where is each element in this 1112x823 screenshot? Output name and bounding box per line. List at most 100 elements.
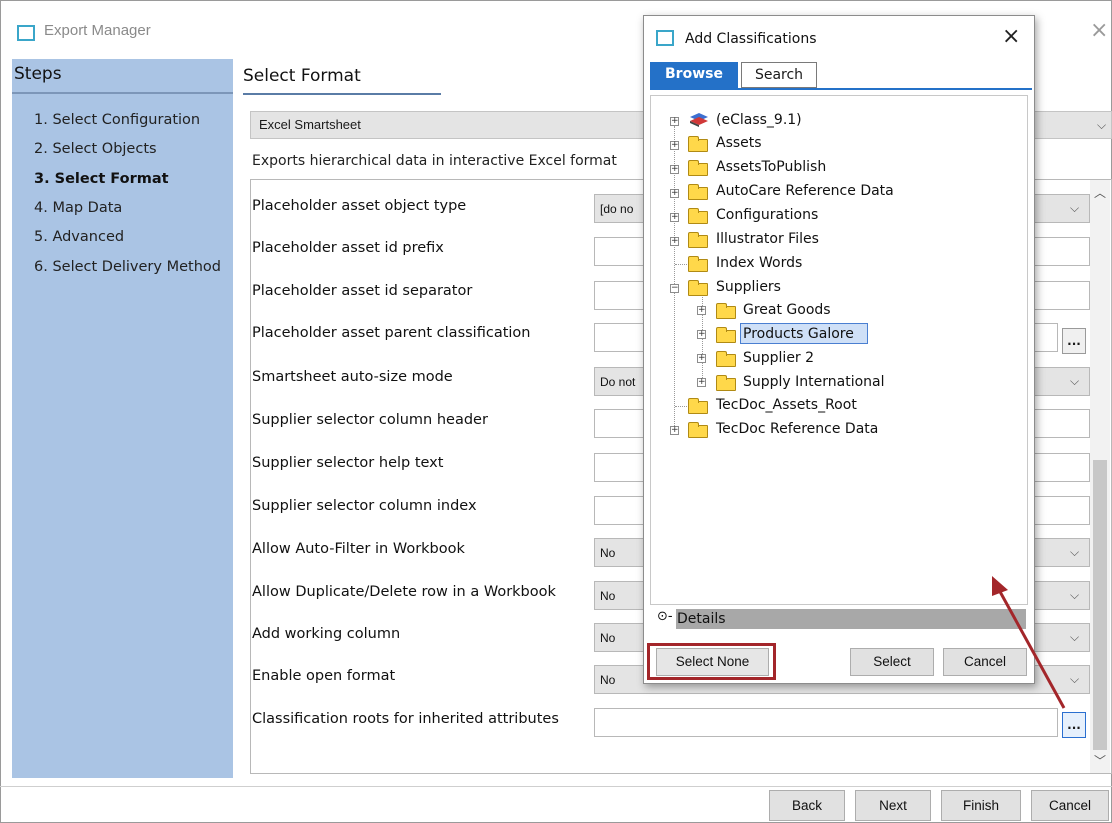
tab-underline: [650, 88, 1032, 90]
eclass-stack-icon: [690, 113, 708, 127]
tree-node-label[interactable]: Assets: [716, 135, 762, 151]
prop-label-placeholder-asset-parent-classification: Placeholder asset parent classification: [252, 325, 531, 341]
collapse-icon[interactable]: −: [670, 284, 679, 293]
dropdown-value: No: [600, 631, 616, 645]
tree-guide-line: [675, 406, 687, 407]
tree-node-label[interactable]: AutoCare Reference Data: [716, 183, 894, 199]
dropdown-value: [do no: [600, 202, 634, 216]
parent-classification-browse-button[interactable]: ...: [1062, 328, 1086, 354]
tree-node-label[interactable]: AssetsToPublish: [716, 159, 826, 175]
tree-node-label[interactable]: Suppliers: [716, 279, 781, 295]
tree-node-label[interactable]: TecDoc_Assets_Root: [716, 397, 857, 413]
folder-icon: [688, 256, 708, 272]
annotation-highlight-box: [647, 643, 776, 680]
expand-icon[interactable]: +: [670, 117, 679, 126]
expand-icon[interactable]: +: [697, 354, 706, 363]
prop-label-placeholder-asset-object-type: Placeholder asset object type: [252, 198, 467, 214]
dropdown-value: No: [600, 546, 616, 560]
step-advanced[interactable]: 5. Advanced: [34, 229, 124, 245]
chevron-down-icon: ⌵: [1070, 545, 1080, 559]
steps-title: Steps: [14, 64, 62, 84]
section-underline: [243, 93, 441, 95]
tree-node-label[interactable]: Index Words: [716, 255, 802, 271]
expand-icon[interactable]: +: [670, 189, 679, 198]
dialog-window-icon: [656, 30, 674, 46]
expand-icon[interactable]: +: [670, 237, 679, 246]
app-window-icon: [17, 25, 35, 41]
tree-node-label[interactable]: TecDoc Reference Data: [716, 421, 878, 437]
prop-label-smartsheet-auto-size-mode: Smartsheet auto-size mode: [252, 369, 453, 385]
folder-icon: [688, 208, 708, 224]
expand-icon[interactable]: +: [670, 141, 679, 150]
scroll-down-icon[interactable]: ﹀: [1094, 752, 1106, 769]
prop-label-enable-open-format: Enable open format: [252, 668, 396, 684]
prop-label-classification-roots: Classification roots for inherited attri…: [252, 711, 559, 727]
dropdown-value: No: [600, 673, 616, 687]
prop-label-placeholder-asset-id-separator: Placeholder asset id separator: [252, 283, 473, 299]
scrollbar-thumb[interactable]: [1093, 460, 1107, 750]
step-select-delivery-method[interactable]: 6. Select Delivery Method: [34, 259, 221, 275]
step-map-data[interactable]: 4. Map Data: [34, 200, 122, 216]
folder-icon: [716, 303, 736, 319]
tree-node-label[interactable]: Supply International: [743, 374, 885, 390]
select-button[interactable]: Select: [850, 648, 934, 676]
dialog-close-icon[interactable]: ×: [1002, 26, 1020, 48]
steps-divider: [12, 92, 233, 94]
window-title: Export Manager: [44, 22, 151, 39]
expand-icon[interactable]: +: [697, 378, 706, 387]
expand-icon[interactable]: +: [697, 306, 706, 315]
folder-icon: [688, 398, 708, 414]
details-toggle-icon[interactable]: ⊙-: [657, 609, 673, 624]
chevron-down-icon: ⌵: [1070, 374, 1080, 388]
format-description: Exports hierarchical data in interactive…: [252, 153, 617, 169]
prop-label-supplier-selector-column-index: Supplier selector column index: [252, 498, 477, 514]
finish-button[interactable]: Finish: [941, 790, 1021, 821]
folder-icon: [688, 184, 708, 200]
expand-icon[interactable]: +: [670, 213, 679, 222]
footer-divider: [0, 786, 1112, 787]
tree-node-label[interactable]: Configurations: [716, 207, 818, 223]
dropdown-value: Do not: [600, 375, 636, 389]
steps-sidebar: [12, 59, 233, 778]
tab-browse[interactable]: Browse: [650, 62, 738, 88]
prop-label-placeholder-asset-id-prefix: Placeholder asset id prefix: [252, 240, 444, 256]
tree-node-label[interactable]: Illustrator Files: [716, 231, 819, 247]
tree-node-label[interactable]: Great Goods: [743, 302, 831, 318]
tree-node-label[interactable]: (eClass_9.1): [716, 112, 802, 128]
format-select-value: Excel Smartsheet: [259, 117, 361, 132]
next-button[interactable]: Next: [855, 790, 931, 821]
dropdown-value: No: [600, 589, 616, 603]
details-label: Details: [677, 611, 726, 627]
step-select-configuration[interactable]: 1. Select Configuration: [34, 112, 200, 128]
folder-icon: [688, 232, 708, 248]
prop-label-allow-auto-filter: Allow Auto-Filter in Workbook: [252, 541, 465, 557]
folder-icon: [716, 351, 736, 367]
prop-label-supplier-selector-help-text: Supplier selector help text: [252, 455, 444, 471]
expand-icon[interactable]: +: [697, 330, 706, 339]
folder-icon: [688, 160, 708, 176]
window-close-icon[interactable]: ×: [1090, 20, 1108, 42]
folder-icon: [716, 327, 736, 343]
tree-guide-line: [675, 264, 687, 265]
section-title: Select Format: [243, 66, 361, 86]
back-button[interactable]: Back: [769, 790, 845, 821]
tab-search[interactable]: Search: [741, 62, 817, 88]
tree-node-label[interactable]: Products Galore: [743, 326, 854, 342]
folder-icon: [716, 375, 736, 391]
prop-label-allow-duplicate-delete-row: Allow Duplicate/Delete row in a Workbook: [252, 584, 556, 600]
expand-icon[interactable]: +: [670, 165, 679, 174]
prop-label-supplier-selector-column-header: Supplier selector column header: [252, 412, 488, 428]
chevron-down-icon: ⌵: [1070, 201, 1080, 215]
chevron-down-icon: ⌵: [1097, 118, 1107, 132]
cancel-button[interactable]: Cancel: [1031, 790, 1109, 821]
folder-icon: [688, 422, 708, 438]
folder-icon: [688, 136, 708, 152]
details-bar[interactable]: [676, 609, 1026, 629]
scroll-up-icon[interactable]: ︿: [1094, 184, 1106, 201]
tree-node-label[interactable]: Supplier 2: [743, 350, 814, 366]
folder-icon: [688, 280, 708, 296]
step-select-format[interactable]: 3. Select Format: [34, 171, 169, 187]
step-select-objects[interactable]: 2. Select Objects: [34, 141, 157, 157]
dialog-title: Add Classifications: [685, 31, 817, 47]
expand-icon[interactable]: +: [670, 426, 679, 435]
